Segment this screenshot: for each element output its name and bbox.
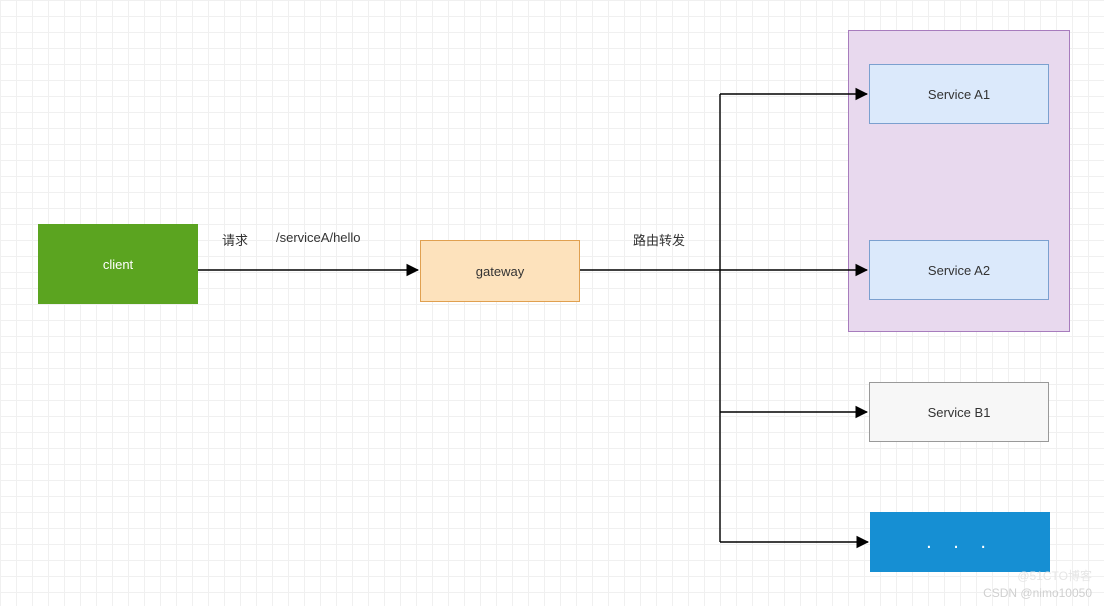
service-a1-node: Service A1 [869,64,1049,124]
watermark-primary: CSDN @nimo10050 [983,586,1092,600]
service-a1-label: Service A1 [928,87,990,102]
request-path-label: /serviceA/hello [276,230,361,245]
gateway-node: gateway [420,240,580,302]
request-label: 请求 [222,230,248,249]
service-a2-node: Service A2 [869,240,1049,300]
client-label: client [103,257,133,272]
more-node: . . . [870,512,1050,572]
more-label: . . . [926,531,994,554]
service-b1-node: Service B1 [869,382,1049,442]
service-a2-label: Service A2 [928,263,990,278]
watermark-secondary: @51CTO博客 [1017,567,1092,584]
client-node: client [38,224,198,304]
forward-label: 路由转发 [633,230,685,249]
service-b1-label: Service B1 [928,405,991,420]
gateway-label: gateway [476,264,524,279]
